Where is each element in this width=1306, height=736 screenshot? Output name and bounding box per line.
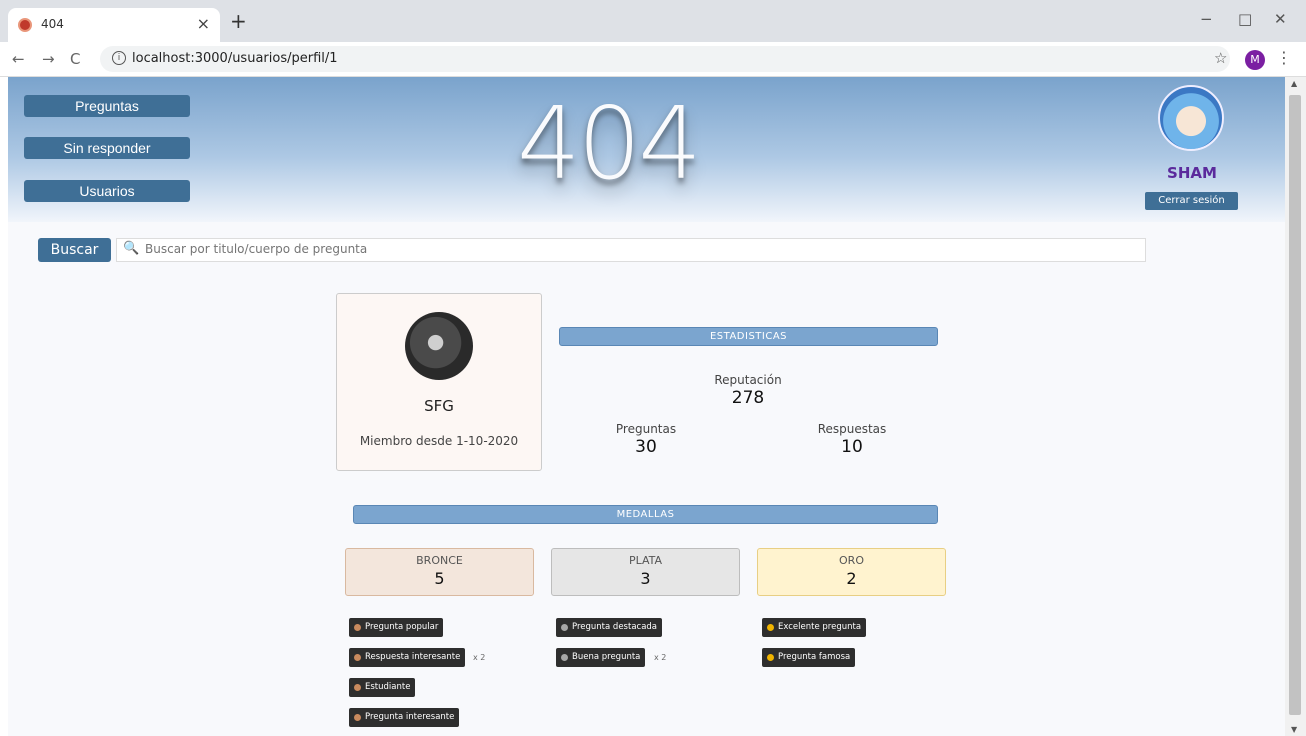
badge-label: Estudiante — [365, 682, 411, 692]
browser-tabstrip: 404 × + − □ ✕ — [0, 0, 1306, 42]
info-icon[interactable]: i — [112, 51, 126, 65]
scroll-up-icon[interactable]: ▲ — [1291, 79, 1297, 88]
badge-pregunta-destacada[interactable]: Pregunta destacada — [556, 618, 663, 637]
badge-multiplier: x 2 — [473, 653, 486, 662]
badge-label: Pregunta interesante — [365, 712, 455, 722]
back-icon[interactable]: ← — [12, 50, 25, 68]
reputation-value: 278 — [731, 388, 765, 408]
bookmark-star-icon[interactable]: ☆ — [1214, 49, 1227, 67]
minimize-icon[interactable]: − — [1200, 10, 1213, 28]
username[interactable]: SHAM — [1153, 164, 1231, 182]
bronze-medal-box: BRONCE 5 — [345, 548, 534, 596]
gold-medal-box: ORO 2 — [757, 548, 946, 596]
badge-label: Pregunta destacada — [572, 622, 658, 632]
header-banner: Preguntas Sin responder Usuarios 404 SHA… — [8, 77, 1285, 222]
silver-count: 3 — [640, 569, 651, 588]
badge-estudiante[interactable]: Estudiante — [349, 678, 416, 697]
bronze-dot-icon — [354, 684, 361, 691]
search-icon: 🔍 — [123, 241, 140, 256]
stats-heading: Estadisticas — [559, 327, 938, 346]
answers-label: Respuestas — [817, 422, 887, 436]
badge-pregunta-famosa[interactable]: Pregunta famosa — [762, 648, 856, 667]
scroll-thumb[interactable] — [1289, 95, 1301, 715]
maximize-icon[interactable]: □ — [1238, 10, 1252, 28]
reload-icon[interactable]: C — [70, 50, 80, 68]
close-tab-icon[interactable]: × — [197, 14, 210, 33]
browser-tab[interactable]: 404 × — [8, 8, 220, 42]
badge-respuesta-interesante[interactable]: Respuesta interesante — [349, 648, 466, 667]
gold-count: 2 — [846, 569, 857, 588]
badge-label: Pregunta popular — [365, 622, 439, 632]
medals-heading: Medallas — [353, 505, 938, 524]
nav-preguntas-button[interactable]: Preguntas — [24, 95, 190, 117]
page-content: Preguntas Sin responder Usuarios 404 SHA… — [8, 77, 1285, 736]
browser-toolbar: ← → C i localhost:3000/usuarios/perfil/1… — [0, 42, 1306, 77]
stats-heading-label: Estadisticas — [709, 331, 788, 342]
page-scrollbar[interactable]: ▲ ▼ — [1285, 77, 1306, 736]
profile-card: SFG Miembro desde 1-10-2020 — [336, 293, 542, 471]
profile-avatar-image — [405, 312, 473, 380]
questions-value: 30 — [635, 437, 657, 457]
bronze-label: BRONCE — [416, 554, 463, 567]
forward-icon[interactable]: → — [42, 50, 55, 68]
logout-button[interactable]: Cerrar sesión — [1145, 192, 1238, 210]
url-text: localhost:3000/usuarios/perfil/1 — [132, 51, 338, 66]
badge-label: Buena pregunta — [572, 652, 641, 662]
search-button[interactable]: Buscar — [38, 238, 111, 262]
menu-kebab-icon[interactable]: ⋮ — [1276, 48, 1292, 67]
bronze-count: 5 — [434, 569, 445, 588]
gold-dot-icon — [767, 654, 774, 661]
favicon-icon — [18, 18, 32, 32]
badge-excelente-pregunta[interactable]: Excelente pregunta — [762, 618, 867, 637]
profile-avatar[interactable]: M — [1245, 50, 1265, 70]
member-since: Miembro desde 1-10-2020 — [359, 434, 519, 448]
gold-dot-icon — [767, 624, 774, 631]
bronze-dot-icon — [354, 714, 361, 721]
questions-label: Preguntas — [615, 422, 677, 436]
user-avatar[interactable] — [1158, 85, 1224, 151]
medals-heading-label: Medallas — [616, 509, 675, 520]
reputation-label: Reputación — [714, 373, 782, 387]
search-box: 🔍 — [116, 238, 1146, 262]
silver-medal-box: PLATA 3 — [551, 548, 740, 596]
profile-name: SFG — [424, 397, 454, 415]
badge-label: Excelente pregunta — [778, 622, 862, 632]
close-window-icon[interactable]: ✕ — [1274, 10, 1287, 28]
badge-label: Pregunta famosa — [778, 652, 851, 662]
search-input[interactable] — [145, 240, 1135, 258]
nav-sin-responder-button[interactable]: Sin responder — [24, 137, 190, 159]
nav-usuarios-button[interactable]: Usuarios — [24, 180, 190, 202]
badge-label: Respuesta interesante — [365, 652, 461, 662]
tab-title: 404 — [41, 17, 64, 31]
page-title: 404 — [517, 85, 702, 202]
badge-pregunta-interesante[interactable]: Pregunta interesante — [349, 708, 460, 727]
gold-label: ORO — [839, 554, 864, 567]
bronze-dot-icon — [354, 654, 361, 661]
new-tab-icon[interactable]: + — [230, 11, 247, 31]
answers-value: 10 — [841, 437, 863, 457]
badge-multiplier: x 2 — [654, 653, 667, 662]
badge-pregunta-popular[interactable]: Pregunta popular — [349, 618, 444, 637]
scroll-down-icon[interactable]: ▼ — [1291, 725, 1297, 734]
bronze-dot-icon — [354, 624, 361, 631]
silver-dot-icon — [561, 654, 568, 661]
silver-dot-icon — [561, 624, 568, 631]
badge-buena-pregunta[interactable]: Buena pregunta — [556, 648, 646, 667]
address-bar[interactable]: i localhost:3000/usuarios/perfil/1 — [100, 46, 1230, 72]
silver-label: PLATA — [628, 554, 663, 567]
